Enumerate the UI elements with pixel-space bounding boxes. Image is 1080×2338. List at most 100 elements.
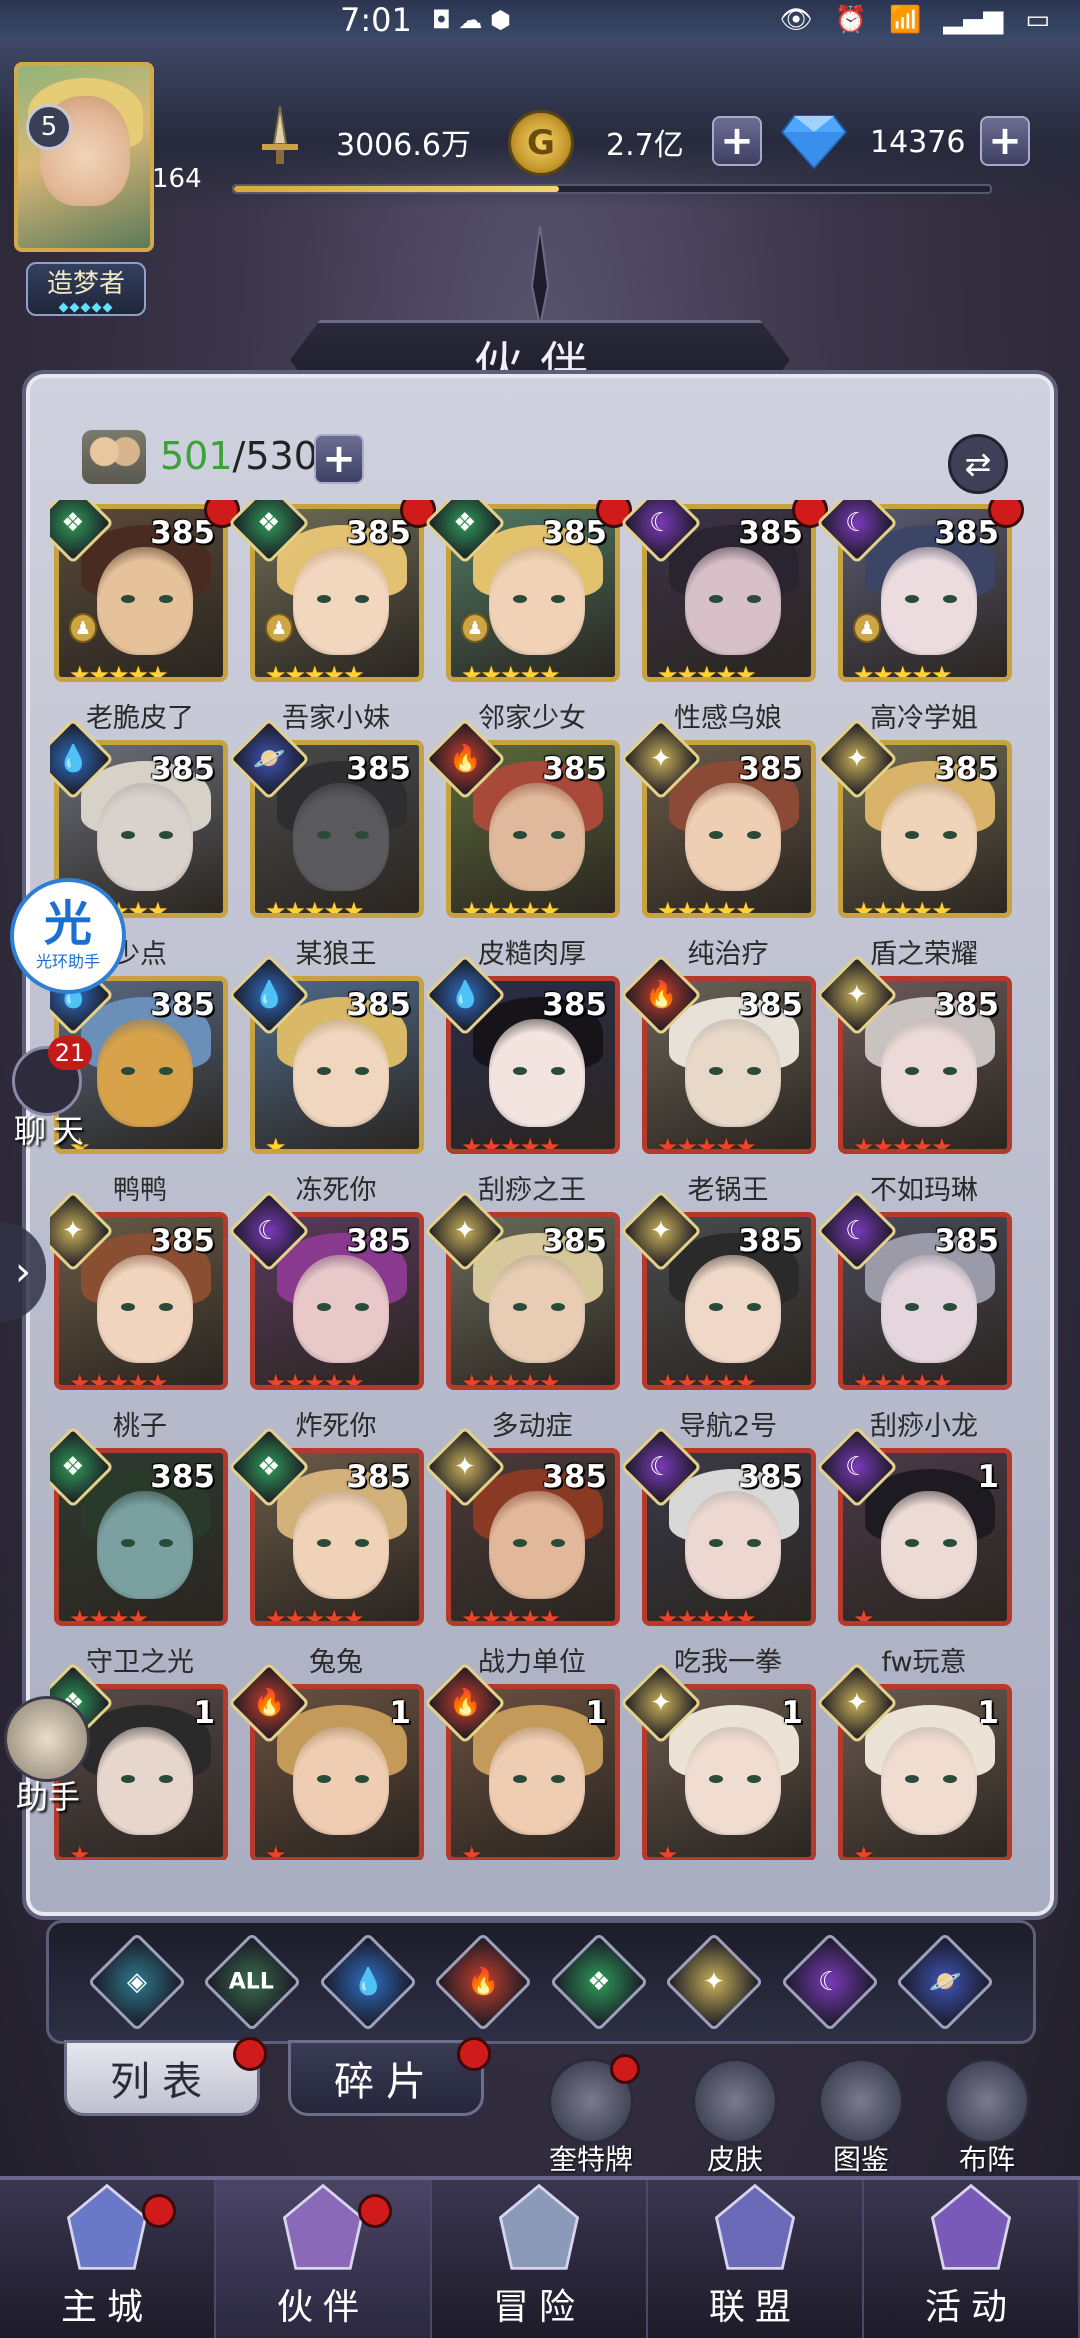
quick-action[interactable]: 图鉴: [806, 2058, 916, 2178]
nav-main-city[interactable]: 主城: [0, 2180, 216, 2338]
hero-card[interactable]: 385 ★★★★★ ✦ 桃子: [50, 1189, 230, 1442]
hero-level: 385: [934, 987, 999, 1023]
hero-card[interactable]: 385 ★★★★ ❖ 守卫之光: [50, 1425, 230, 1678]
portrait-eye: [317, 831, 331, 839]
hero-card[interactable]: 385 ★★★★★ 💧 刮痧之王: [423, 953, 622, 1206]
filter-all[interactable]: ALL: [202, 1932, 302, 2032]
hero-card[interactable]: 385 ★★★★★ ☾ 刮痧小龙: [815, 1189, 1014, 1442]
hero-card[interactable]: 385 ★★★★★ ✦ 纯治疗: [619, 717, 818, 970]
hero-card[interactable]: 1 ★ 🔥: [423, 1661, 622, 1860]
hero-card[interactable]: 385 ★★★★★ ✦ 不如玛琳: [815, 953, 1014, 1206]
portrait-eye: [905, 1067, 919, 1075]
portrait-eye: [551, 595, 565, 603]
portrait-face: [489, 1019, 585, 1127]
portrait-eye: [513, 1775, 527, 1783]
diamond-display: 14376: [870, 112, 965, 172]
nav-label: 主城: [60, 2287, 153, 2328]
nav-label: 冒险: [492, 2287, 585, 2328]
hero-card[interactable]: 1 ★ ☾ fw玩意: [815, 1425, 1014, 1678]
portrait-eye: [513, 831, 527, 839]
hero-level: 385: [346, 515, 411, 551]
hero-level: 385: [934, 751, 999, 787]
nav-events[interactable]: 活动: [864, 2180, 1080, 2338]
hero-card[interactable]: 385 ★★★★★ ✦ 盾之荣耀: [815, 717, 1014, 970]
portrait-eye: [905, 1303, 919, 1311]
chess-piece-icon: ♟: [265, 613, 293, 643]
hero-card[interactable]: 385 ★★★★★ ✦ 导航2号: [619, 1189, 818, 1442]
portrait-eye: [159, 831, 173, 839]
chat-label: 聊天: [14, 1112, 91, 1150]
hero-level: 385: [150, 751, 215, 787]
hero-card[interactable]: 385 ★★★★★ ☾ 炸死你: [227, 1189, 426, 1442]
quick-action[interactable]: 奎特牌: [536, 2054, 646, 2178]
portrait-face: [881, 1019, 977, 1127]
player-title-badge[interactable]: 造梦者 ◆◆◆◆◆: [26, 262, 146, 316]
element-glyph: ☾: [845, 1216, 869, 1246]
hero-card[interactable]: 385 ★★★★★ 🔥 老锅王: [619, 953, 818, 1206]
portrait-eye: [709, 1539, 723, 1547]
portrait-eye: [551, 1539, 565, 1547]
hero-card[interactable]: 385 ★★★★★ ☾ 性感乌娘: [619, 500, 828, 734]
quick-action[interactable]: 布阵: [932, 2058, 1042, 2178]
hero-card[interactable]: 1 ★ 🔥: [227, 1661, 426, 1860]
filter-earth[interactable]: ◈: [87, 1932, 187, 2032]
sort-toggle-button[interactable]: ⇄: [948, 434, 1008, 494]
hero-card[interactable]: 1 ★ ✦: [619, 1661, 818, 1860]
nav-adventure[interactable]: 冒险: [432, 2180, 648, 2338]
filter-fire[interactable]: 🔥: [433, 1932, 533, 2032]
filter-wind[interactable]: ❖: [549, 1932, 649, 2032]
hero-stars: ★: [69, 1841, 90, 1860]
hero-stars: ★★★★★: [461, 1133, 561, 1154]
halo-helper-icon: 光: [43, 896, 92, 952]
hero-level: 385: [738, 987, 803, 1023]
assistant-button[interactable]: 助手: [4, 1696, 104, 1816]
portrait-eye: [943, 1775, 957, 1783]
add-gold-button[interactable]: +: [712, 116, 762, 166]
filter-light[interactable]: ✦: [664, 1932, 764, 2032]
chat-button[interactable]: 21 聊天: [8, 1036, 94, 1156]
tab-list[interactable]: 列表: [64, 2037, 267, 2116]
hero-stars: ★★★★★: [853, 661, 953, 682]
element-glyph: ❖: [453, 508, 477, 538]
hero-stars: ★★★★★: [657, 1133, 757, 1154]
hero-card[interactable]: 1 ★ ✦: [815, 1661, 1014, 1860]
player-avatar[interactable]: [14, 62, 154, 252]
hero-stars: ★: [265, 1133, 286, 1154]
add-diamond-button[interactable]: +: [980, 116, 1030, 166]
portrait-eye: [317, 1539, 331, 1547]
hero-card[interactable]: 385 ★★★★★ ❖ 兔兔: [227, 1425, 426, 1678]
bottom-navigation: 主城 伙伴 冒险 联盟 活动: [0, 2176, 1080, 2338]
hero-card[interactable]: 385 ★ 💧 冻死你: [227, 953, 426, 1206]
hero-level: 1: [977, 1695, 999, 1731]
diamond-icon: [780, 115, 848, 170]
hero-stars: ★: [853, 1841, 874, 1860]
tab-shards[interactable]: 碎片: [288, 2037, 491, 2116]
portrait-eye: [513, 1067, 527, 1075]
portrait-face: [293, 1491, 389, 1599]
hero-card[interactable]: 385 ★★★★★ ♟ ❖ 邻家少女: [423, 500, 632, 734]
portrait-face: [489, 547, 585, 655]
portrait-face: [685, 1255, 781, 1363]
hero-card[interactable]: 385 ★★★★★ ✦ 多动症: [423, 1189, 622, 1442]
hero-card[interactable]: 385 ★★★★★ 🪐 某狼王: [227, 717, 426, 970]
nav-partners[interactable]: 伙伴: [216, 2180, 432, 2338]
hero-card[interactable]: 385 ★★★★★ ✦ 战力单位: [423, 1425, 622, 1678]
hero-level: 1: [193, 1695, 215, 1731]
nav-label: 联盟: [708, 2287, 801, 2328]
portrait-face: [293, 547, 389, 655]
hero-card[interactable]: 385 ★★★★★ ☾ 吃我一拳: [619, 1425, 818, 1678]
portrait-face: [685, 1019, 781, 1127]
filter-water[interactable]: 💧: [318, 1932, 418, 2032]
filter-star[interactable]: 🪐: [895, 1932, 995, 2032]
hero-card[interactable]: 385 ★★★★★ ♟ ❖ 老脆皮了: [50, 500, 240, 734]
hero-card[interactable]: 385 ★★★★★ ♟ ☾ 高冷学姐: [815, 500, 1024, 734]
hero-card[interactable]: 385 ★★★★★ 🔥 皮糙肉厚: [423, 717, 622, 970]
portrait-face: [489, 1727, 585, 1835]
filter-dark[interactable]: ☾: [780, 1932, 880, 2032]
element-glyph: ❖: [257, 1452, 281, 1482]
expand-roster-button[interactable]: +: [314, 434, 364, 484]
quick-action[interactable]: 皮肤: [680, 2058, 790, 2178]
nav-alliance[interactable]: 联盟: [648, 2180, 864, 2338]
halo-helper-button[interactable]: 光 光环助手: [10, 878, 126, 994]
hero-card[interactable]: 385 ★★★★★ ♟ ❖ 吾家小妹: [227, 500, 436, 734]
